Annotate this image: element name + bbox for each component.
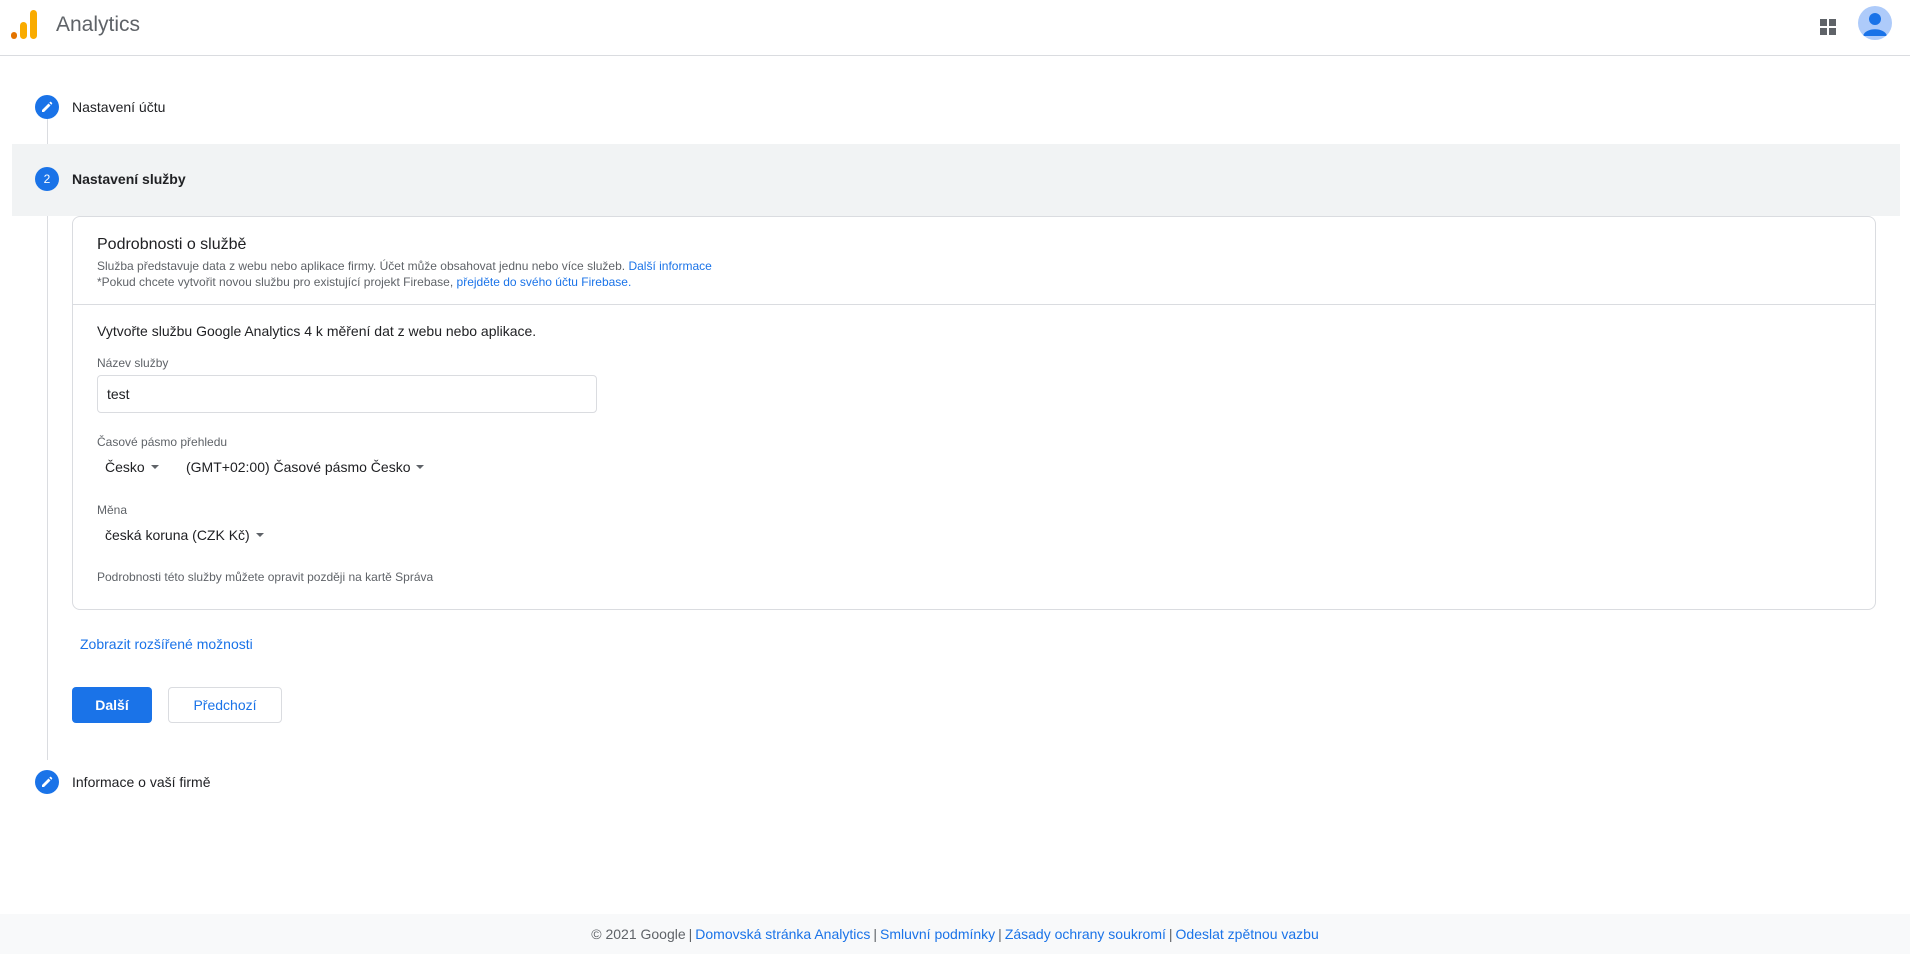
timezone-label: Časové pásmo přehledu bbox=[97, 435, 228, 449]
account-avatar-icon[interactable] bbox=[1858, 6, 1892, 40]
footer-copyright: © 2021 Google bbox=[591, 926, 686, 942]
stepper-connector bbox=[47, 216, 48, 760]
footer-link-privacy[interactable]: Zásady ochrany soukromí bbox=[1005, 926, 1166, 942]
top-app-bar: Analytics bbox=[0, 0, 1910, 56]
intro-text: Vytvořte službu Google Analytics 4 k měř… bbox=[97, 323, 537, 339]
desc1-text: Služba představuje data z webu nebo apli… bbox=[97, 259, 626, 273]
property-details-card: Podrobnosti o službě Služba představuje … bbox=[72, 216, 1876, 610]
analytics-logo-icon[interactable] bbox=[10, 8, 38, 40]
active-step-header bbox=[12, 144, 1900, 216]
firebase-link[interactable]: přejděte do svého účtu Firebase bbox=[457, 275, 628, 289]
chevron-down-icon bbox=[255, 533, 264, 537]
footer-separator: | bbox=[1168, 926, 1173, 942]
learn-more-link[interactable]: Další informace bbox=[628, 259, 711, 273]
footer-link-analytics-home[interactable]: Domovská stránka Analytics bbox=[695, 926, 870, 942]
show-advanced-options-link[interactable]: Zobrazit rozšířené možnosti bbox=[80, 636, 253, 652]
property-name-label: Název služby bbox=[97, 356, 169, 370]
step-2-label: Nastavení služby bbox=[72, 171, 186, 187]
timezone-country-value: Česko bbox=[105, 459, 145, 475]
footer-link-feedback[interactable]: Odeslat zpětnou vazbu bbox=[1176, 926, 1319, 942]
footer-separator: | bbox=[998, 926, 1002, 942]
desc2-end: . bbox=[627, 275, 632, 289]
step-3-pencil-icon[interactable] bbox=[35, 770, 59, 794]
previous-button[interactable]: Předchozí bbox=[168, 687, 282, 723]
app-title: Analytics bbox=[56, 13, 141, 36]
step-1-pencil-icon[interactable] bbox=[35, 95, 59, 119]
step-2-number-badge: 2 bbox=[35, 167, 59, 191]
currency-label: Měna bbox=[97, 503, 128, 517]
stepper-connector bbox=[47, 118, 48, 144]
property-name-input[interactable] bbox=[97, 375, 597, 413]
footer-separator: | bbox=[873, 926, 877, 942]
currency-value: česká koruna (CZK Kč) bbox=[105, 527, 250, 543]
timezone-zone-value: (GMT+02:00) Časové pásmo Česko bbox=[186, 459, 411, 475]
chevron-down-icon bbox=[416, 465, 425, 469]
chevron-down-icon bbox=[150, 465, 159, 469]
footer-link-terms[interactable]: Smluvní podmínky bbox=[880, 926, 995, 942]
card-description-line-1: Služba představuje data z webu nebo apli… bbox=[97, 259, 712, 273]
step-1-label[interactable]: Nastavení účtu bbox=[72, 99, 165, 115]
edit-later-note: Podrobnosti této služby můžete opravit p… bbox=[97, 570, 434, 584]
footer-separator: | bbox=[688, 926, 693, 942]
next-button[interactable]: Další bbox=[72, 687, 152, 723]
page-footer: © 2021 Google | Domovská stránka Analytics… bbox=[0, 914, 1910, 954]
timezone-zone-dropdown[interactable]: (GMT+02:00) Časové pásmo Česko bbox=[186, 455, 425, 479]
apps-grid-icon[interactable] bbox=[1813, 12, 1843, 42]
card-title: Podrobnosti o službě bbox=[97, 236, 247, 253]
step-3-label[interactable]: Informace o vaší firmě bbox=[72, 774, 211, 790]
card-header: Podrobnosti o službě Služba představuje … bbox=[73, 217, 1875, 305]
timezone-country-dropdown[interactable]: Česko bbox=[105, 455, 159, 479]
card-description-line-2: *Pokud chcete vytvořit novou službu pro … bbox=[97, 275, 631, 289]
desc2-text: *Pokud chcete vytvořit novou službu pro … bbox=[97, 275, 454, 289]
currency-dropdown[interactable]: česká koruna (CZK Kč) bbox=[105, 523, 264, 547]
